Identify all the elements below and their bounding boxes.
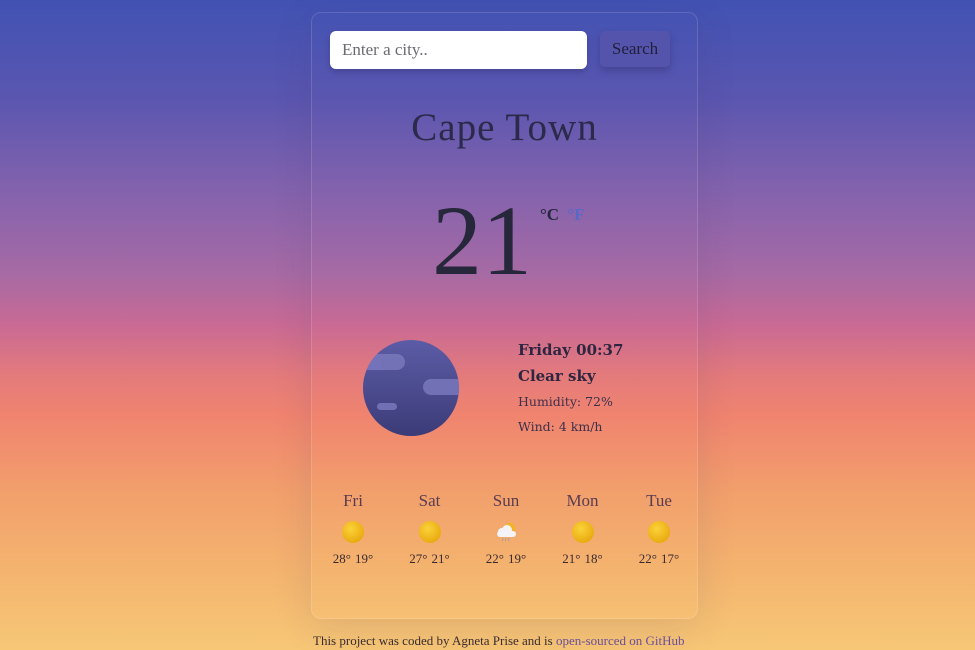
forecast-day: Mon 21° 18° xyxy=(548,491,618,567)
forecast-day-name: Fri xyxy=(343,491,363,510)
city-search-input[interactable] xyxy=(330,31,587,69)
footer: This project was coded by Agneta Prise a… xyxy=(313,633,685,649)
search-button[interactable]: Search xyxy=(600,31,670,67)
forecast-min: 18° xyxy=(584,551,603,566)
forecast-min: 17° xyxy=(661,551,680,566)
forecast-day: Sat 27° 21° xyxy=(395,491,465,567)
forecast-max: 21° xyxy=(562,551,581,566)
forecast-day: Sun 22° 19° xyxy=(471,491,541,567)
celsius-unit[interactable]: °C xyxy=(540,205,559,224)
forecast-min: 19° xyxy=(508,551,527,566)
footer-text: This project was coded by Agneta Prise a… xyxy=(313,633,556,648)
humidity: Humidity: 72% xyxy=(518,394,613,409)
forecast-day-name: Sun xyxy=(492,491,520,510)
forecast-max: 27° xyxy=(409,551,428,566)
forecast-min: 19° xyxy=(355,551,374,566)
fahrenheit-link[interactable]: °F xyxy=(567,205,584,224)
sun-icon xyxy=(418,521,441,543)
forecast-day: Tue 22° 17° xyxy=(624,491,694,567)
day-time: Friday 00:37 xyxy=(518,341,624,359)
forecast-temps: 21° 18° xyxy=(548,551,618,567)
forecast: Fri 28° 19° Sat 27° 21° Sun 22° 19° Mon … xyxy=(318,491,694,567)
forecast-max: 22° xyxy=(485,551,504,566)
forecast-day-name: Mon xyxy=(566,491,599,510)
sun-icon xyxy=(571,521,594,543)
forecast-max: 28° xyxy=(332,551,351,566)
forecast-temps: 22° 17° xyxy=(624,551,694,567)
forecast-temps: 22° 19° xyxy=(471,551,541,567)
current-temperature: 21 xyxy=(432,185,532,296)
wind: Wind: 4 km/h xyxy=(518,419,603,434)
forecast-temps: 28° 19° xyxy=(318,551,388,567)
forecast-max: 22° xyxy=(638,551,657,566)
weather-description: Clear sky xyxy=(518,367,596,385)
forecast-day: Fri 28° 19° xyxy=(318,491,388,567)
forecast-temps: 27° 21° xyxy=(395,551,465,567)
cloud-rain-icon xyxy=(497,523,516,542)
forecast-day-name: Tue xyxy=(646,491,672,510)
sun-icon xyxy=(648,521,670,543)
current-details: Friday 00:37 Clear sky Humidity: 72% Win… xyxy=(518,341,623,444)
github-link[interactable]: open-sourced on GitHub xyxy=(556,633,685,648)
forecast-min: 21° xyxy=(431,551,450,566)
clear-night-moon-icon xyxy=(363,340,459,436)
weather-card: Search Cape Town 21 °C °F Friday 00:37 C… xyxy=(311,12,698,619)
forecast-day-name: Sat xyxy=(418,491,441,510)
city-name: Cape Town xyxy=(411,106,598,149)
unit-toggle: °C °F xyxy=(540,205,585,225)
sun-icon xyxy=(342,521,364,543)
